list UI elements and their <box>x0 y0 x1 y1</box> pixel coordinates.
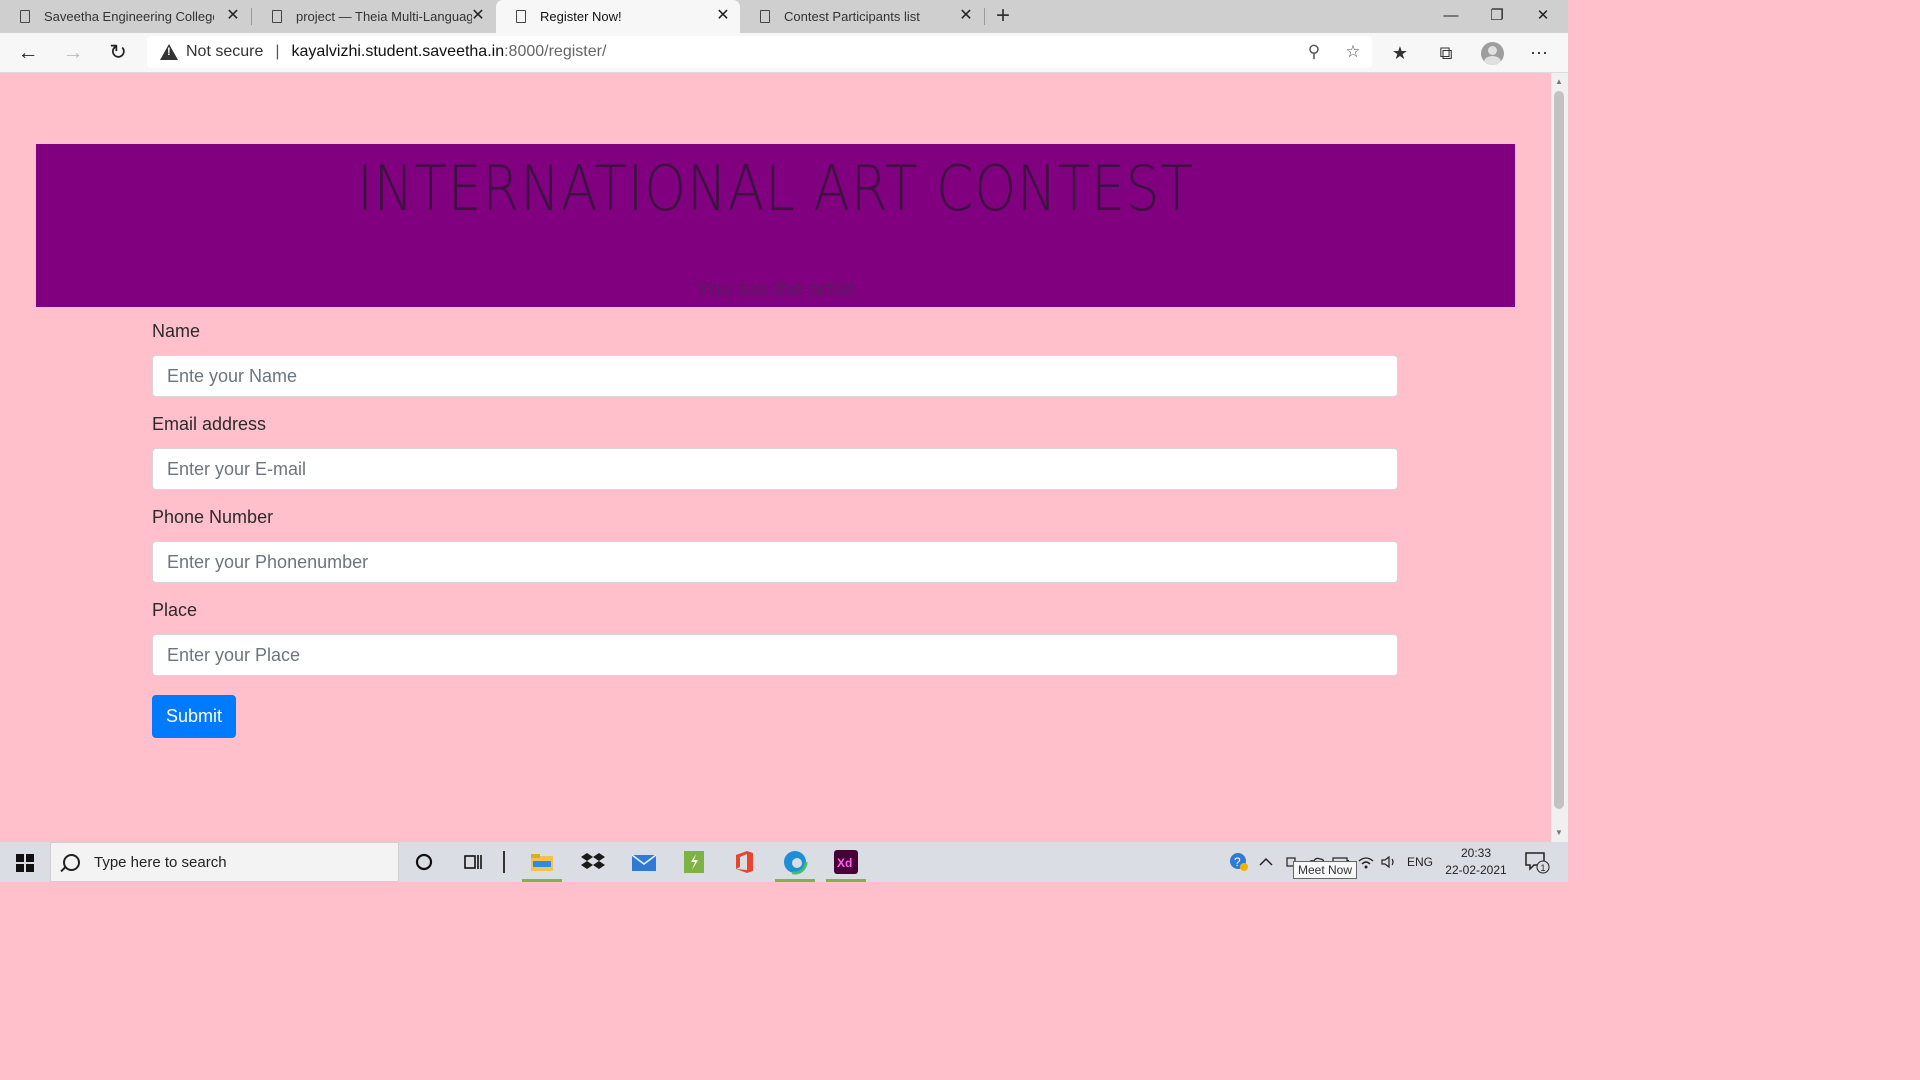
page-title: INTERNATIONAL ART CONTEST <box>357 152 1194 225</box>
close-tab-icon[interactable]: ✕ <box>714 7 732 25</box>
forward-button[interactable]: → <box>57 37 89 69</box>
taskbar-search-placeholder: Type here to search <box>94 853 227 871</box>
mail-icon[interactable] <box>620 842 668 882</box>
name-group: Name <box>152 321 1398 397</box>
scroll-down-icon[interactable]: ▼ <box>1555 828 1563 837</box>
refresh-button[interactable]: ↻ <box>102 37 134 69</box>
submit-button[interactable]: Submit <box>152 695 237 738</box>
browser-toolbar: ← → ↻ Not secure | kayalvizhi.student.sa… <box>0 33 1568 73</box>
scroll-up-icon[interactable]: ▲ <box>1555 77 1563 86</box>
favorites-icon[interactable]: ★ <box>1384 37 1416 69</box>
chevron-up-icon[interactable] <box>1259 842 1273 882</box>
file-explorer-icon[interactable] <box>518 842 566 882</box>
back-button[interactable]: ← <box>12 37 44 69</box>
search-icon <box>63 853 80 871</box>
warning-icon[interactable] <box>160 44 178 60</box>
zoom-icon[interactable]: ⚲ <box>1298 36 1330 68</box>
svg-text:Xd: Xd <box>837 856 852 870</box>
url-host[interactable]: kayalvizhi.student.saveetha.in <box>292 43 505 61</box>
url-path[interactable]: :8000/register/ <box>504 43 606 61</box>
add-favorite-icon[interactable]: ☆ <box>1337 36 1369 68</box>
sublime-icon[interactable] <box>670 842 718 882</box>
close-tab-icon[interactable]: ✕ <box>224 7 242 25</box>
tab-register[interactable]: Register Now! ✕ <box>496 0 740 33</box>
scrollbar-thumb[interactable] <box>1554 91 1564 809</box>
phone-group: Phone Number <box>152 507 1398 583</box>
minimize-button[interactable]: — <box>1428 0 1474 33</box>
tab-title: project — Theia Multi-Language <box>296 9 472 24</box>
svg-text:?: ? <box>1234 855 1241 869</box>
phone-label: Phone Number <box>152 507 274 527</box>
page-tagline: You are the artist <box>696 278 855 301</box>
adobe-xd-icon[interactable]: Xd <box>822 842 870 882</box>
taskbar-search-box[interactable]: Type here to search <box>50 842 399 882</box>
tab-title: Saveetha Engineering College <box>44 9 214 24</box>
tab-strip: Saveetha Engineering College ✕ project —… <box>0 0 1568 33</box>
notification-count: 1 <box>1541 863 1546 873</box>
page-icon <box>516 10 526 23</box>
close-tab-icon[interactable]: ✕ <box>957 7 975 25</box>
name-input[interactable] <box>152 355 1398 397</box>
wifi-icon[interactable] <box>1357 842 1375 882</box>
system-clock[interactable]: 20:33 22-02-2021 <box>1440 845 1512 879</box>
email-group: Email address <box>152 414 1398 490</box>
page-icon <box>20 10 30 23</box>
place-group: Place <box>152 600 1398 676</box>
tab-title: Register Now! <box>540 9 622 24</box>
phone-input[interactable] <box>152 541 1398 583</box>
email-input[interactable] <box>152 448 1398 490</box>
name-label: Name <box>152 321 201 341</box>
office-icon[interactable] <box>720 842 768 882</box>
restore-button[interactable]: ❐ <box>1474 0 1520 33</box>
dropbox-icon[interactable] <box>569 842 617 882</box>
page-icon <box>760 10 770 23</box>
address-bar[interactable]: Not secure | kayalvizhi.student.saveetha… <box>147 36 1372 68</box>
page-scrollbar[interactable]: ▲ ▼ <box>1551 73 1568 842</box>
collections-icon[interactable]: ⧉ <box>1430 37 1462 69</box>
place-input[interactable] <box>152 634 1398 676</box>
clock-time: 20:33 <box>1460 846 1492 860</box>
tab-participants[interactable]: Contest Participants list ✕ <box>740 0 983 33</box>
volume-icon[interactable] <box>1380 842 1398 882</box>
contest-banner: INTERNATIONAL ART CONTEST You are the ar… <box>36 144 1515 307</box>
place-label: Place <box>152 600 198 620</box>
tab-divider <box>984 8 985 25</box>
start-windows-icon[interactable] <box>16 854 34 872</box>
cortana-icon[interactable] <box>400 842 448 882</box>
meet-now-tooltip: Meet Now <box>1293 861 1358 879</box>
security-label[interactable]: Not secure <box>186 43 263 61</box>
email-label: Email address <box>152 414 267 434</box>
close-tab-icon[interactable]: ✕ <box>469 7 487 25</box>
registration-form: Name Email address Phone Number Place Su… <box>152 321 1398 738</box>
tab-title: Contest Participants list <box>784 9 920 24</box>
edge-icon[interactable] <box>771 842 819 882</box>
more-options-icon[interactable]: ⋯ <box>1523 37 1555 69</box>
close-window-button[interactable]: ✕ <box>1520 0 1566 33</box>
notifications-icon[interactable]: 1 <box>1524 842 1550 882</box>
tab-theia[interactable]: project — Theia Multi-Language ✕ <box>252 0 495 33</box>
new-tab-button[interactable]: + <box>991 3 1015 29</box>
separator: | <box>275 43 280 60</box>
help-icon[interactable]: ? <box>1228 842 1250 882</box>
language-indicator[interactable]: ENG <box>1407 842 1433 882</box>
clock-date: 22-02-2021 <box>1445 863 1507 877</box>
page-icon <box>272 10 282 23</box>
page-viewport: INTERNATIONAL ART CONTEST You are the ar… <box>0 73 1551 828</box>
tab-saveetha[interactable]: Saveetha Engineering College ✕ <box>0 0 250 33</box>
profile-avatar-icon[interactable] <box>1481 42 1504 65</box>
